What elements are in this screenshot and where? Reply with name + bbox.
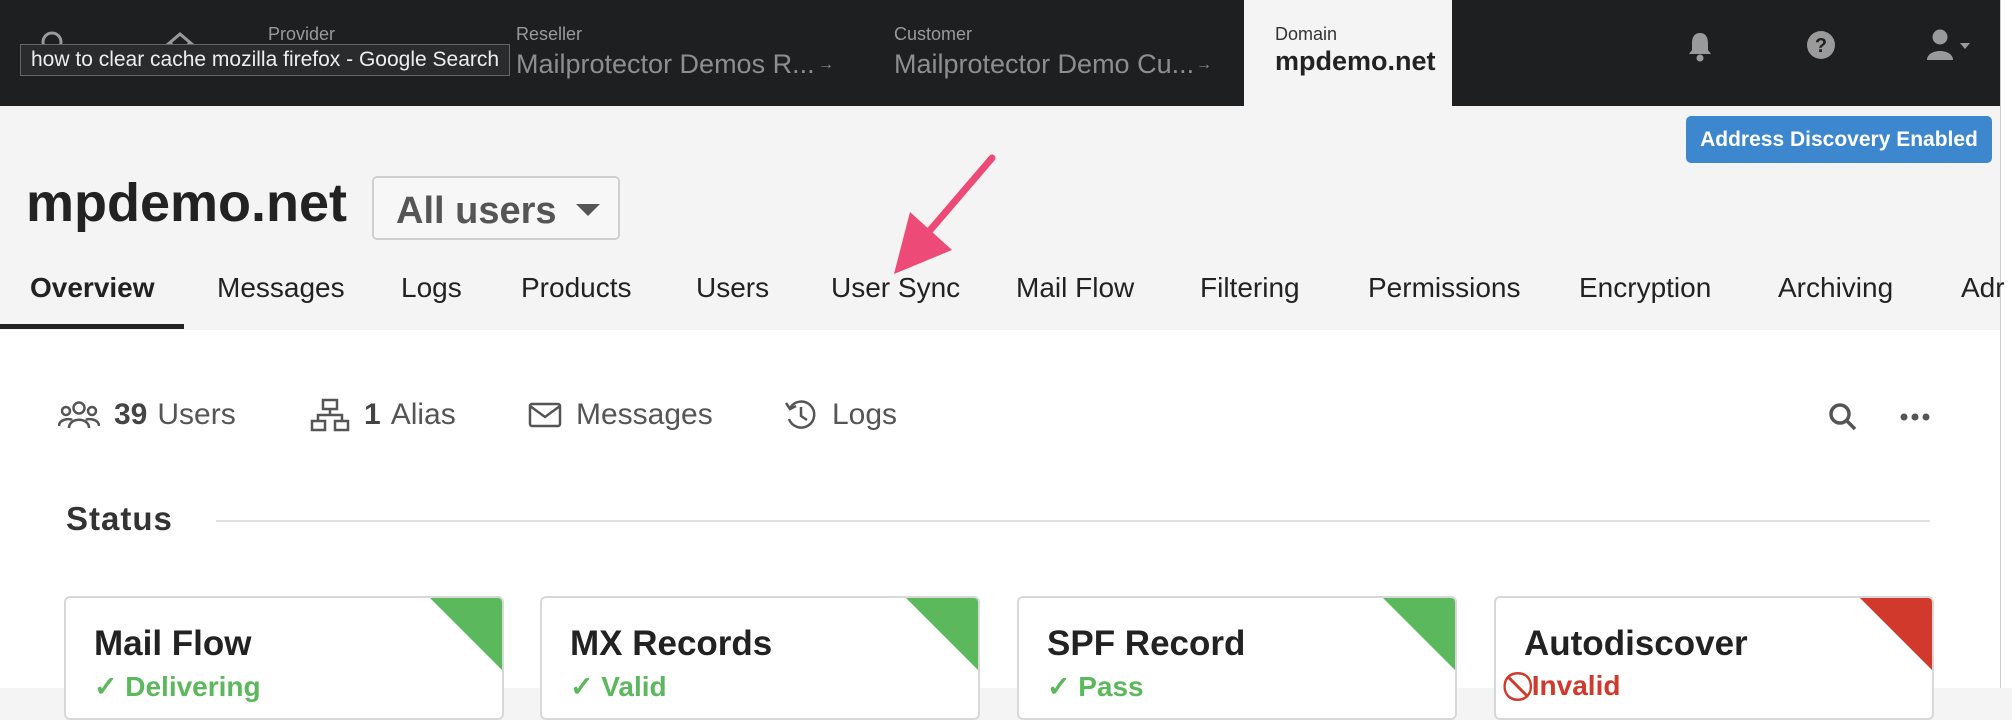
bell-icon[interactable] — [1686, 30, 1714, 67]
alias-count: 1 — [364, 398, 381, 431]
tab-products[interactable]: Products — [521, 272, 632, 304]
status-card-autodiscover[interactable]: Autodiscover ⃠ Invalid — [1494, 596, 1934, 720]
annotation-arrow-icon — [894, 154, 996, 274]
users-stat-link[interactable]: 39 Users — [58, 398, 236, 432]
top-navigation-bar: Provider Reseller Mailprotector Demos R.… — [0, 0, 2000, 106]
breadcrumb-domain[interactable]: Domain mpdemo.net — [1244, 0, 1452, 106]
logs-stat-link[interactable]: Logs — [784, 398, 897, 432]
breadcrumb-label: Domain — [1275, 24, 1338, 44]
tab-admin[interactable]: Adr — [1961, 272, 2005, 304]
status-card-spf-record[interactable]: SPF Record ✓ Pass — [1017, 596, 1457, 720]
card-status: ⃠ Invalid — [1524, 670, 1621, 701]
window-edge — [2000, 0, 2012, 688]
breadcrumb-label: Reseller — [516, 24, 583, 44]
breadcrumb-reseller[interactable]: Reseller Mailprotector Demos R... — [516, 24, 815, 80]
messages-stat-label: Messages — [576, 398, 713, 431]
help-icon[interactable]: ? — [1806, 30, 1836, 65]
card-title: MX Records — [570, 624, 773, 663]
tab-archiving[interactable]: Archiving — [1778, 272, 1893, 304]
breadcrumb-label: Customer — [894, 24, 973, 44]
card-status: ✓ Valid — [570, 671, 667, 702]
status-corner-indicator — [1860, 598, 1932, 670]
user-menu-icon[interactable] — [1926, 28, 1974, 67]
status-card-mx-records[interactable]: MX Records ✓ Valid — [540, 596, 980, 720]
users-stat-label: Users — [157, 398, 236, 431]
card-title: Mail Flow — [94, 624, 252, 663]
address-discovery-button[interactable]: Address Discovery Enabled — [1686, 116, 1992, 163]
user-filter-value: All users — [396, 190, 557, 232]
browser-tooltip: how to clear cache mozilla firefox - Goo… — [20, 44, 511, 76]
arrow-right-icon: → — [1196, 56, 1212, 73]
messages-stat-link[interactable]: Messages — [528, 398, 713, 432]
alias-stat-label: Alias — [390, 398, 456, 431]
chevron-down-icon — [576, 204, 600, 216]
status-corner-indicator — [906, 598, 978, 670]
status-card-mail-flow[interactable]: Mail Flow ✓ Delivering — [64, 596, 504, 720]
page-title: mpdemo.net — [26, 173, 348, 233]
status-corner-indicator — [430, 598, 502, 670]
active-tab-indicator — [0, 324, 184, 329]
status-heading: Status — [66, 500, 173, 537]
breadcrumb-value: mpdemo.net — [1275, 46, 1436, 76]
alias-stat-link[interactable]: 1 Alias — [310, 398, 456, 432]
breadcrumb-label: Provider — [268, 24, 336, 44]
envelope-icon — [528, 402, 562, 428]
breadcrumb-customer[interactable]: Customer Mailprotector Demo Cu... — [894, 24, 1194, 80]
more-options-icon[interactable] — [1900, 410, 1930, 428]
tab-messages[interactable]: Messages — [217, 272, 345, 304]
breadcrumb-value: Mailprotector Demo Cu... — [894, 49, 1195, 79]
user-filter-select[interactable]: All users — [372, 176, 620, 240]
svg-text:?: ? — [1815, 35, 1827, 57]
tab-users[interactable]: Users — [696, 272, 769, 304]
divider — [216, 520, 1930, 522]
card-title: Autodiscover — [1524, 624, 1748, 663]
tab-permissions[interactable]: Permissions — [1368, 272, 1520, 304]
card-title: SPF Record — [1047, 624, 1246, 663]
tab-encryption[interactable]: Encryption — [1579, 272, 1711, 304]
search-icon[interactable] — [1828, 402, 1858, 437]
users-icon — [58, 401, 100, 429]
logs-stat-label: Logs — [832, 398, 898, 431]
status-corner-indicator — [1383, 598, 1455, 670]
arrow-right-icon: → — [818, 56, 834, 73]
tab-logs[interactable]: Logs — [401, 272, 462, 304]
card-status: ✓ Delivering — [94, 671, 261, 702]
sitemap-icon — [310, 398, 350, 432]
tab-filtering[interactable]: Filtering — [1200, 272, 1300, 304]
card-status: ✓ Pass — [1047, 671, 1144, 702]
history-icon — [784, 400, 816, 429]
breadcrumb-value: Mailprotector Demos R... — [516, 49, 815, 79]
users-count: 39 — [114, 398, 148, 431]
breadcrumb-provider[interactable]: Provider — [268, 24, 335, 45]
tab-overview[interactable]: Overview — [30, 272, 155, 304]
tab-mail-flow[interactable]: Mail Flow — [1016, 272, 1134, 304]
